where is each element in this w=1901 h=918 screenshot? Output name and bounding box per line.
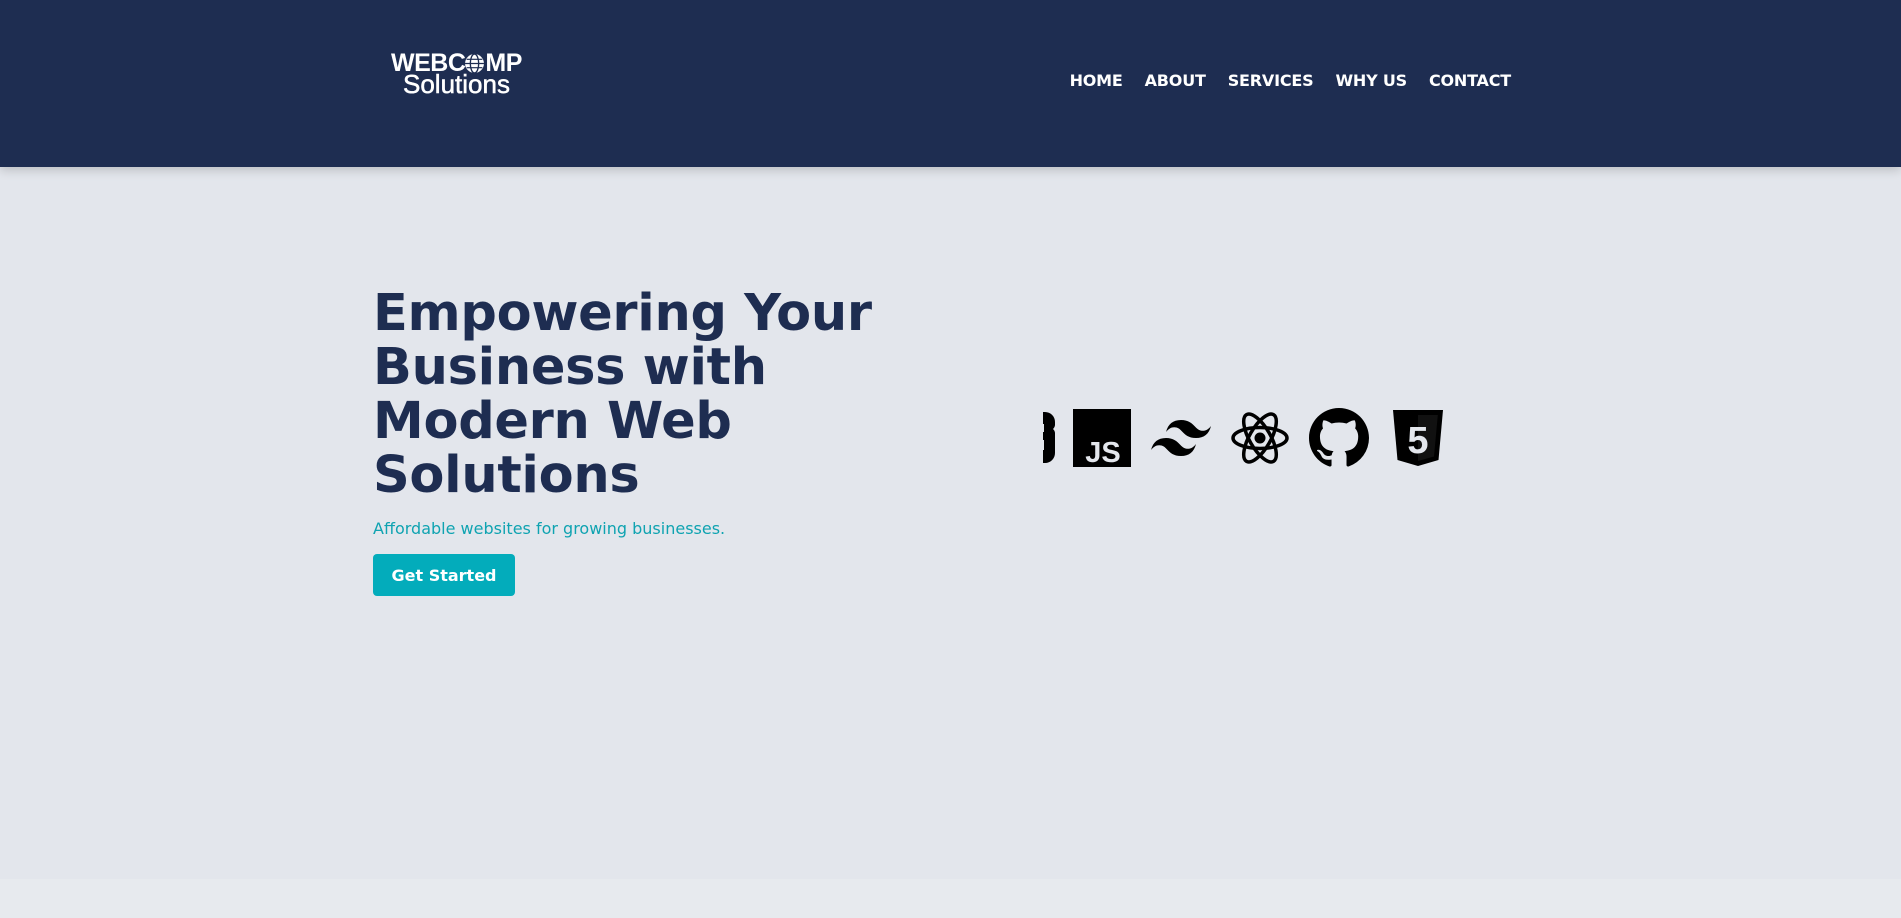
- tailwind-icon: [1151, 420, 1211, 456]
- hero-title-line: Modern Web: [373, 392, 732, 451]
- hero-title-line: Solutions: [373, 446, 640, 505]
- nav-link-home[interactable]: HOME: [1070, 71, 1123, 90]
- hero-section: Empowering Your Business with Modern Web…: [0, 167, 1901, 879]
- nav-link-why-us[interactable]: WHY US: [1335, 71, 1407, 90]
- react-icon: [1231, 412, 1289, 464]
- javascript-icon: JS: [1073, 409, 1131, 468]
- nav-link-services[interactable]: SERVICES: [1228, 71, 1314, 90]
- main-nav: HOME ABOUT SERVICES WHY US CONTACT: [1070, 71, 1512, 90]
- html5-icon-text: 5: [1407, 420, 1428, 462]
- nav-link-about[interactable]: ABOUT: [1145, 71, 1206, 90]
- hero-title-line: Empowering Your: [373, 284, 872, 343]
- html5-icon: 5: [1393, 410, 1443, 466]
- hero-title-line: Business with: [373, 338, 767, 397]
- javascript-icon-text: JS: [1085, 437, 1120, 468]
- github-icon: [1309, 408, 1369, 467]
- brand-logo-line2: Solutions: [403, 69, 510, 99]
- next-section-edge: [0, 879, 1901, 918]
- navbar: WEBC MP Solutions HOME ABOUT SERVICES WHY…: [0, 0, 1901, 167]
- get-started-button[interactable]: Get Started: [373, 554, 515, 596]
- hero-title: Empowering Your Business with Modern Web…: [373, 287, 893, 503]
- tech-logo-carousel: JS 5: [1043, 408, 1453, 472]
- brand-logo[interactable]: WEBC MP Solutions: [391, 50, 531, 99]
- nav-link-contact[interactable]: CONTACT: [1429, 71, 1511, 90]
- hero-subtitle: Affordable websites for growing business…: [373, 519, 726, 538]
